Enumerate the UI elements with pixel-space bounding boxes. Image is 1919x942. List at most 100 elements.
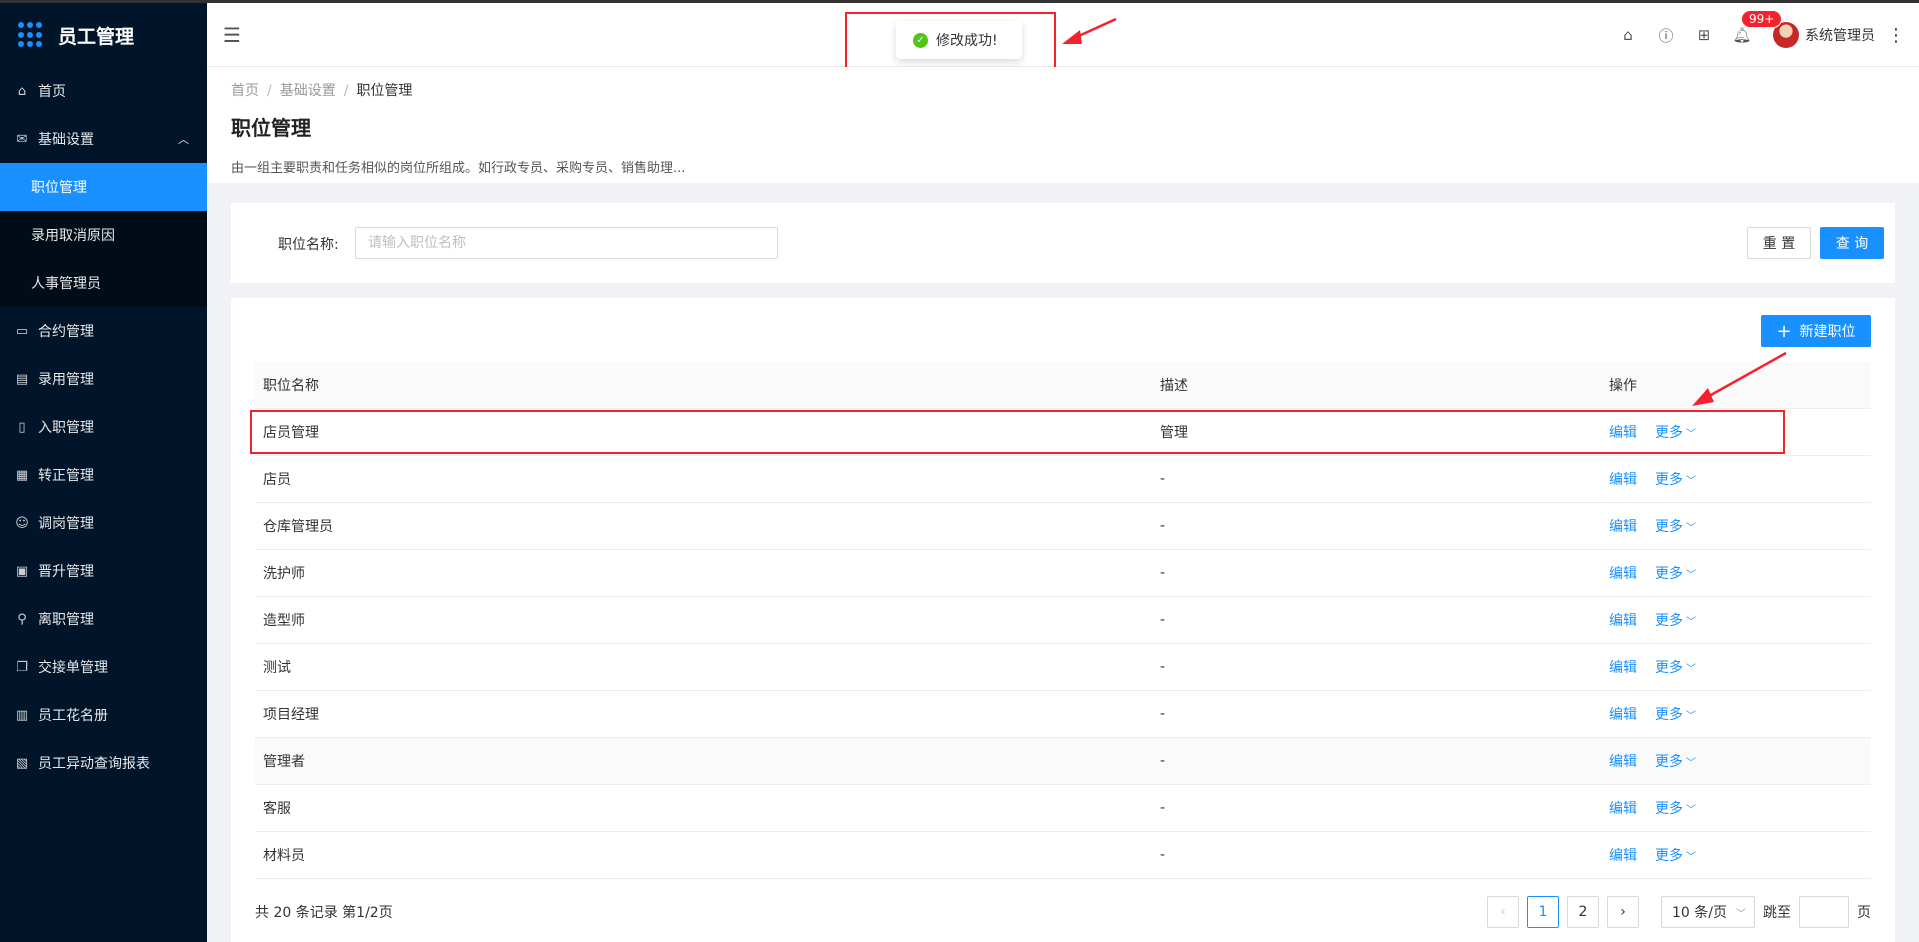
more-dropdown[interactable]: 更多 ﹀ [1655, 472, 1696, 488]
position-name-cell: 项目经理 [255, 690, 1152, 738]
position-name-cell: 店员 [255, 455, 1152, 503]
sidebar-item-roster[interactable]: ▥ 员工花名册 [0, 691, 207, 739]
sidebar-item-hiring[interactable]: ▤ 录用管理 [0, 355, 207, 403]
sidebar-item-label: 合约管理 [38, 324, 94, 340]
action-cell: 编辑 更多 ﹀ [1601, 831, 1871, 879]
more-label: 更多 [1655, 800, 1683, 817]
more-dropdown[interactable]: 更多 ﹀ [1655, 801, 1696, 817]
edit-link[interactable]: 编辑 [1609, 660, 1637, 676]
brand: 员工管理 [0, 3, 207, 67]
table-row: 造型师 - 编辑 更多 ﹀ [255, 596, 1871, 644]
position-name-input[interactable] [355, 227, 778, 259]
action-cell: 编辑 更多 ﹀ [1601, 737, 1871, 785]
edit-link[interactable]: 编辑 [1609, 613, 1637, 629]
edit-link[interactable]: 编辑 [1609, 472, 1637, 488]
sidebar-item-resignation[interactable]: ⚲ 离职管理 [0, 595, 207, 643]
chevron-down-icon: ﹀ [1686, 804, 1696, 816]
position-name-label: 职位名称: [278, 237, 339, 253]
page-button-2[interactable]: 2 [1567, 896, 1599, 928]
edit-link[interactable]: 编辑 [1609, 707, 1637, 723]
prev-page-button[interactable]: ‹ [1487, 896, 1519, 928]
chevron-down-icon: ﹀ [1736, 908, 1746, 920]
action-cell: 编辑 更多 ﹀ [1601, 549, 1871, 597]
sidebar-item-hire-cancel-reason[interactable]: 录用取消原因 [0, 211, 207, 259]
table-row: 测试 - 编辑 更多 ﹀ [255, 643, 1871, 691]
table-row: 项目经理 - 编辑 更多 ﹀ [255, 690, 1871, 738]
roster-icon: ▥ [15, 707, 29, 723]
username[interactable]: 系统管理员 [1805, 25, 1875, 45]
position-name-cell: 测试 [255, 643, 1152, 691]
more-dropdown[interactable]: 更多 ﹀ [1655, 660, 1696, 676]
home-icon[interactable]: ⌂ [1609, 26, 1647, 44]
breadcrumb-parent[interactable]: 基础设置 [280, 83, 336, 99]
sidebar-item-handover[interactable]: ❐ 交接单管理 [0, 643, 207, 691]
sidebar-item-position-management[interactable]: 职位管理 [0, 163, 207, 211]
sidebar-item-change-report[interactable]: ▧ 员工异动查询报表 [0, 739, 207, 787]
position-name-cell: 洗护师 [255, 549, 1152, 597]
edit-link[interactable]: 编辑 [1609, 801, 1637, 817]
success-toast: ✓ 修改成功! [896, 21, 1022, 59]
action-cell: 编辑 更多 ﹀ [1601, 455, 1871, 503]
position-name-cell: 材料员 [255, 831, 1152, 879]
next-page-button[interactable]: › [1607, 896, 1639, 928]
sidebar-item-onboarding[interactable]: ▯ 入职管理 [0, 403, 207, 451]
page-title: 职位管理 [231, 116, 311, 140]
more-dropdown[interactable]: 更多 ﹀ [1655, 519, 1696, 535]
page-button-1[interactable]: 1 [1527, 896, 1559, 928]
breadcrumb-current: 职位管理 [356, 83, 413, 99]
edit-link[interactable]: 编辑 [1609, 754, 1637, 770]
query-button[interactable]: 查 询 [1820, 227, 1884, 259]
apps-icon[interactable]: ⊞ [1685, 26, 1723, 44]
more-dropdown[interactable]: 更多 ﹀ [1655, 613, 1696, 629]
edit-link[interactable]: 编辑 [1609, 566, 1637, 582]
toast-message: 修改成功! [936, 33, 998, 49]
action-cell: 编辑 更多 ﹀ [1601, 690, 1871, 738]
sidebar-item-label: 基础设置 [38, 132, 94, 148]
sidebar-item-regularization[interactable]: ▦ 转正管理 [0, 451, 207, 499]
page-size-select[interactable]: 10 条/页 ﹀ [1661, 896, 1755, 928]
notification-bell-icon[interactable]: 🔔︎ 99+ [1723, 10, 1783, 44]
annotation-box-row [250, 410, 1785, 454]
more-dropdown[interactable]: 更多 ﹀ [1655, 848, 1696, 864]
edit-link[interactable]: 编辑 [1609, 848, 1637, 864]
more-dropdown[interactable]: 更多 ﹀ [1655, 566, 1696, 582]
help-icon[interactable]: ⓘ [1647, 25, 1685, 46]
chevron-down-icon: ﹀ [1686, 710, 1696, 722]
more-label: 更多 [1655, 565, 1683, 582]
more-dropdown[interactable]: 更多 ﹀ [1655, 707, 1696, 723]
table-row: 洗护师 - 编辑 更多 ﹀ [255, 549, 1871, 597]
search-panel: 职位名称: 重 置 查 询 [231, 203, 1895, 283]
description-cell: - [1152, 643, 1601, 691]
chevron-down-icon: ﹀ [1686, 663, 1696, 675]
reset-button[interactable]: 重 置 [1747, 227, 1811, 259]
success-check-icon: ✓ [913, 32, 928, 48]
notification-badge: 99+ [1741, 10, 1783, 28]
table-row: 管理者 - 编辑 更多 ﹀ [255, 737, 1871, 785]
sidebar-item-label: 录用管理 [38, 372, 94, 388]
sidebar-item-promotion[interactable]: ▣ 晋升管理 [0, 547, 207, 595]
sidebar-item-label: 晋升管理 [38, 564, 94, 580]
action-cell: 编辑 更多 ﹀ [1601, 596, 1871, 644]
annotation-arrow-icon [1692, 351, 1787, 406]
more-vertical-icon[interactable]: ⋮ [1887, 25, 1905, 46]
sidebar-item-hr-admin[interactable]: 人事管理员 [0, 259, 207, 307]
jump-page-input[interactable] [1799, 896, 1849, 928]
home-icon: ⌂ [17, 83, 27, 99]
sidebar-item-transfer[interactable]: ☺ 调岗管理 [0, 499, 207, 547]
breadcrumb-home[interactable]: 首页 [231, 83, 259, 99]
user-icon: ☺ [15, 515, 29, 531]
menu-fold-icon[interactable]: ☰ [223, 23, 241, 47]
action-cell: 编辑 更多 ﹀ [1601, 784, 1871, 832]
more-dropdown[interactable]: 更多 ﹀ [1655, 754, 1696, 770]
position-name-cell: 客服 [255, 784, 1152, 832]
table-row: 仓库管理员 - 编辑 更多 ﹀ [255, 502, 1871, 550]
edit-link[interactable]: 编辑 [1609, 519, 1637, 535]
page-size-value: 10 条/页 [1672, 905, 1727, 921]
sidebar-item-basic-settings[interactable]: ✉ 基础设置 ︿ [0, 115, 207, 163]
table-row: 店员 - 编辑 更多 ﹀ [255, 455, 1871, 503]
sidebar-item-label: 员工花名册 [38, 708, 108, 724]
sidebar-item-home[interactable]: ⌂ 首页 [0, 67, 207, 115]
description-cell: - [1152, 784, 1601, 832]
sidebar-item-contract[interactable]: ▭ 合约管理 [0, 307, 207, 355]
new-position-button[interactable]: + 新建职位 [1761, 315, 1871, 347]
